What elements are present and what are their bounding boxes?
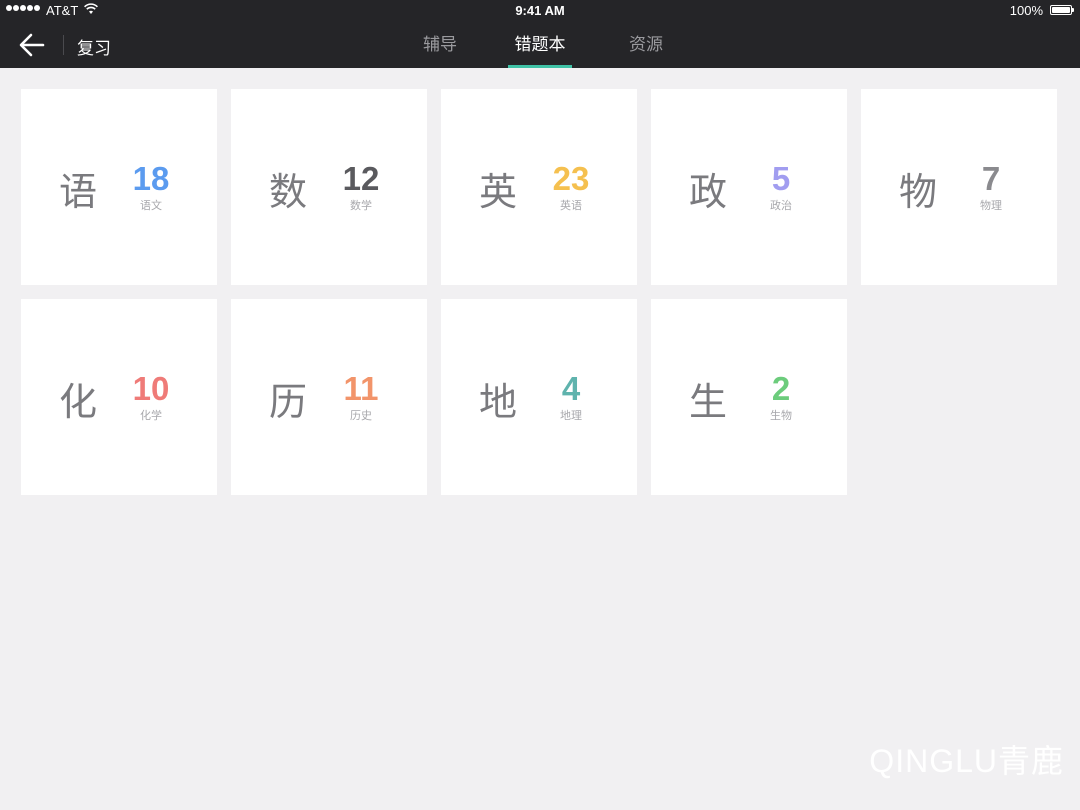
navigation-bar: 复习 辅导 错题本 资源 — [0, 22, 1080, 68]
subject-character: 生 — [689, 380, 728, 424]
tab-label: 辅导 — [423, 35, 457, 55]
subject-card-biology[interactable]: 生 2 生物 — [651, 299, 847, 495]
subject-card-chinese[interactable]: 语 18 语文 — [21, 89, 217, 285]
active-tab-indicator — [508, 65, 572, 68]
subject-label: 历史 — [350, 409, 372, 422]
subject-label: 数学 — [350, 199, 372, 212]
subject-label: 地理 — [560, 409, 582, 422]
subject-card-english[interactable]: 英 23 英语 — [441, 89, 637, 285]
subject-character: 政 — [689, 170, 728, 214]
subject-card-geography[interactable]: 地 4 地理 — [441, 299, 637, 495]
subject-character: 语 — [59, 170, 98, 214]
subject-label: 英语 — [560, 199, 582, 212]
battery-percent: 100% — [1009, 3, 1043, 18]
subject-label: 物理 — [980, 199, 1002, 212]
mistake-count: 18 — [132, 160, 170, 197]
subject-card-math[interactable]: 数 12 数学 — [231, 89, 427, 285]
mistake-count: 5 — [771, 160, 791, 197]
subject-character: 物 — [899, 170, 938, 214]
subject-label: 化学 — [140, 409, 162, 422]
subject-character: 英 — [479, 170, 518, 214]
subject-character: 数 — [269, 170, 308, 214]
mistake-count: 12 — [342, 160, 380, 197]
subject-character: 历 — [269, 380, 308, 424]
subject-character: 化 — [59, 380, 98, 424]
battery-icon — [1050, 5, 1074, 15]
watermark-logo: QINGLU青鹿 — [869, 743, 1064, 779]
mistake-count: 7 — [981, 160, 1001, 197]
tab-label: 资源 — [629, 35, 663, 55]
clock: 9:41 AM — [515, 3, 565, 18]
mistake-count: 23 — [552, 160, 590, 197]
subject-label: 生物 — [770, 409, 792, 422]
tab-tutoring[interactable]: 辅导 — [416, 22, 464, 68]
subject-character: 地 — [479, 380, 518, 424]
tab-label: 错题本 — [514, 35, 566, 55]
subject-label: 语文 — [140, 199, 162, 212]
tab-mistake-book[interactable]: 错题本 — [508, 22, 572, 68]
status-bar: AT&T 9:41 AM 100% — [0, 0, 1080, 22]
subject-label: 政治 — [770, 199, 792, 212]
subject-card-chemistry[interactable]: 化 10 化学 — [21, 299, 217, 495]
mistake-count: 11 — [343, 370, 379, 407]
mistake-count: 2 — [771, 370, 791, 407]
tab-bar: 辅导 错题本 资源 — [0, 22, 1080, 68]
tab-resources[interactable]: 资源 — [622, 22, 670, 68]
subject-card-politics[interactable]: 政 5 政治 — [651, 89, 847, 285]
subject-card-history[interactable]: 历 11 历史 — [231, 299, 427, 495]
mistake-count: 4 — [561, 370, 581, 407]
mistake-count: 10 — [132, 370, 170, 407]
subject-card-physics[interactable]: 物 7 物理 — [861, 89, 1057, 285]
